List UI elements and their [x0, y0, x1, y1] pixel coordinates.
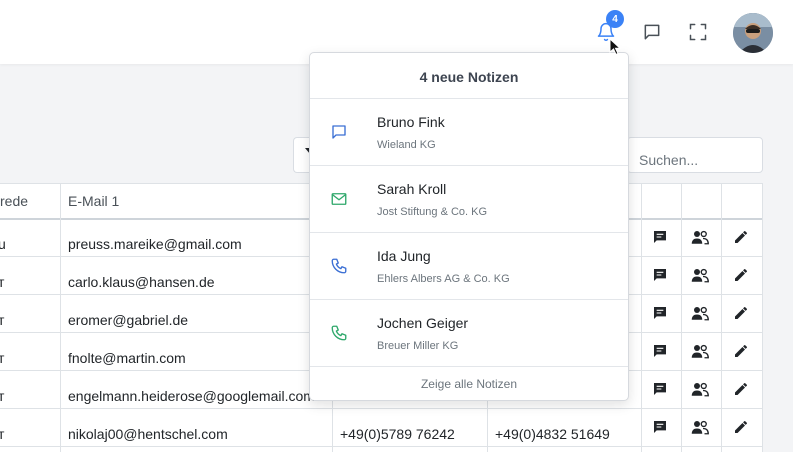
email-cell: carlo.klaus@hansen.de	[68, 274, 215, 290]
mouse-cursor-icon	[609, 38, 621, 56]
search-input[interactable]	[627, 137, 763, 173]
email-cell: preuss.mareike@gmail.com	[68, 236, 242, 252]
fullscreen-icon[interactable]	[686, 20, 710, 44]
notification-item[interactable]: Jochen Geiger Breuer Miller KG	[310, 300, 628, 367]
notification-company: Wieland KG	[377, 139, 436, 151]
email-cell: fnolte@martin.com	[68, 350, 186, 366]
salutation-cell: т	[0, 388, 5, 404]
phone-icon	[331, 258, 347, 274]
comment-icon[interactable]	[650, 379, 670, 399]
edit-icon[interactable]	[731, 227, 751, 247]
column-header-salutation[interactable]: rede	[0, 183, 60, 219]
column-divider	[641, 183, 642, 452]
column-divider	[681, 183, 682, 452]
notification-name: Sarah Kroll	[377, 181, 447, 197]
phone2-cell: +49(0)4832 51649	[495, 426, 610, 442]
notifications-header: 4 neue Notizen	[310, 53, 628, 99]
phone1-cell: +49(0)5789 76242	[340, 426, 455, 442]
notification-item[interactable]: Ida Jung Ehlers Albers AG & Co. KG	[310, 233, 628, 300]
contacts-icon[interactable]	[690, 265, 710, 285]
comment-icon[interactable]	[650, 341, 670, 361]
column-divider	[762, 183, 763, 452]
comment-icon[interactable]	[650, 417, 670, 437]
salutation-cell: т	[0, 426, 5, 442]
email-cell: eromer@gabriel.de	[68, 312, 189, 328]
contacts-icon[interactable]	[690, 303, 710, 323]
edit-icon[interactable]	[731, 379, 751, 399]
edit-icon[interactable]	[731, 265, 751, 285]
notification-item[interactable]: Sarah Kroll Jost Stiftung & Co. KG	[310, 166, 628, 233]
chat-icon	[332, 125, 346, 139]
email-cell: nikolaj00@hentschel.com	[68, 426, 228, 442]
comment-icon[interactable]	[650, 265, 670, 285]
column-divider	[60, 183, 61, 452]
user-avatar[interactable]	[733, 13, 773, 53]
phone-icon	[331, 325, 347, 341]
notification-company: Breuer Miller KG	[377, 340, 459, 352]
salutation-cell: т	[0, 274, 5, 290]
notification-name: Jochen Geiger	[377, 315, 469, 331]
notification-company: Ehlers Albers AG & Co. KG	[377, 273, 510, 285]
notification-name: Bruno Fink	[377, 114, 445, 130]
contacts-icon[interactable]	[690, 379, 710, 399]
notification-count-badge: 4	[606, 10, 624, 28]
edit-icon[interactable]	[731, 303, 751, 323]
mail-icon	[331, 193, 347, 205]
column-header-email[interactable]: E-Mail 1	[60, 183, 332, 219]
notification-company: Jost Stiftung & Co. KG	[377, 206, 488, 218]
salutation-cell: т	[0, 312, 5, 328]
column-divider	[721, 183, 722, 452]
notification-item[interactable]: Bruno Fink Wieland KG	[310, 99, 628, 166]
comment-icon[interactable]	[650, 227, 670, 247]
notification-name: Ida Jung	[377, 248, 431, 264]
email-cell: engelmann.heiderose@googlemail.com	[68, 388, 315, 404]
contacts-icon[interactable]	[690, 417, 710, 437]
chat-icon[interactable]	[640, 20, 664, 44]
contacts-icon[interactable]	[690, 227, 710, 247]
salutation-cell: т	[0, 350, 5, 366]
comment-icon[interactable]	[650, 303, 670, 323]
contacts-icon[interactable]	[690, 341, 710, 361]
edit-icon[interactable]	[731, 417, 751, 437]
salutation-cell: u	[0, 236, 6, 252]
notifications-dropdown: 4 neue Notizen Bruno Fink Wieland KG Sar…	[309, 52, 629, 401]
show-all-notifications-link[interactable]: Zeige alle Notizen	[310, 367, 628, 400]
edit-icon[interactable]	[731, 341, 751, 361]
